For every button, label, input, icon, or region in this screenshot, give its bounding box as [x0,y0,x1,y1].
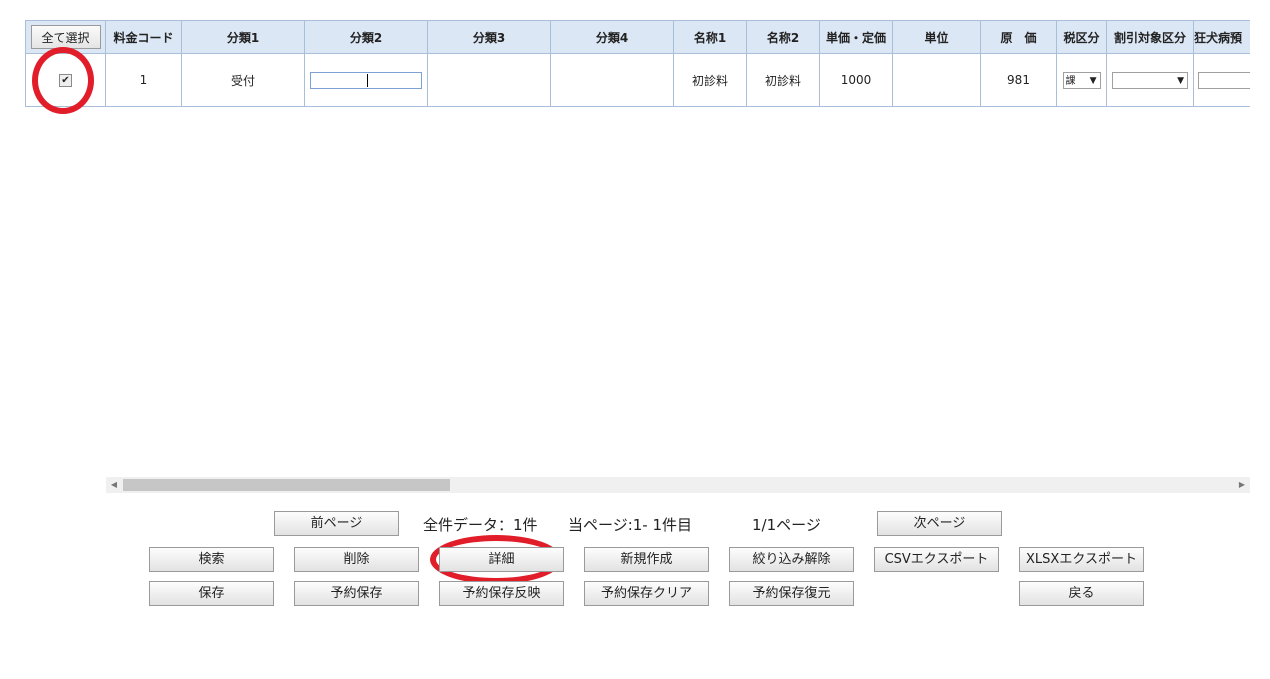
col-header-name1[interactable]: 名称1 [673,20,747,54]
page-indicator: 1/1ページ [752,516,821,534]
cell-name1: 初診料 [673,53,747,107]
scroll-right-icon[interactable]: ▶ [1234,477,1250,493]
col-header-price[interactable]: 単価・定価 [819,20,893,54]
col-header-cost[interactable]: 原 価 [980,20,1057,54]
col-header-cat2[interactable]: 分類2 [304,20,428,54]
csv-export-button[interactable]: CSVエクスポート [874,547,999,572]
dropdown-arrow-icon: ▼ [1177,75,1184,86]
save-button[interactable]: 保存 [149,581,274,606]
scroll-left-icon[interactable]: ◀ [106,477,122,493]
search-button[interactable]: 検索 [149,547,274,572]
col-header-discount[interactable]: 割引対象区分 [1106,20,1194,54]
back-button[interactable]: 戻る [1019,581,1144,606]
prev-page-button[interactable]: 前ページ [274,511,399,536]
scrollbar-thumb[interactable] [123,479,450,491]
new-button[interactable]: 新規作成 [584,547,709,572]
col-header-unit[interactable]: 単位 [892,20,981,54]
cell-cost: 981 [980,53,1057,107]
cell-cat4 [550,53,674,107]
col-header-cat4[interactable]: 分類4 [550,20,674,54]
xlsx-export-button[interactable]: XLSXエクスポート [1019,547,1144,572]
reserve-clear-button[interactable]: 予約保存クリア [584,581,709,606]
col-header-tax[interactable]: 税区分 [1056,20,1107,54]
annotation-circle-checkbox [32,47,94,114]
cell-discount: ▼ [1106,53,1194,107]
rabies-input[interactable] [1198,71,1250,89]
fee-table: 全て選択 料金コード 分類1 分類2 分類3 分類4 名称1 名称2 単価・定価… [25,20,1250,107]
cell-cat2 [304,53,428,107]
cell-cat1: 受付 [181,53,305,107]
tax-select[interactable]: 課 ▼ [1062,71,1101,89]
total-count-text: 全件データ：1件 [423,516,538,534]
delete-button[interactable]: 削除 [294,547,419,572]
table-header-row: 全て選択 料金コード 分類1 分類2 分類3 分類4 名称1 名称2 単価・定価… [25,20,1250,54]
next-page-button[interactable]: 次ページ [877,511,1002,536]
cell-cat3 [427,53,551,107]
cell-rabies [1193,53,1250,107]
text-caret [367,73,368,87]
cell-code: 1 [105,53,182,107]
cell-tax: 課 ▼ [1056,53,1107,107]
col-header-cat3[interactable]: 分類3 [427,20,551,54]
data-grid: 全て選択 料金コード 分類1 分類2 分類3 分類4 名称1 名称2 単価・定価… [25,20,1250,108]
detail-button[interactable]: 詳細 [439,547,564,572]
cell-name2: 初診料 [746,53,820,107]
dropdown-arrow-icon: ▼ [1089,75,1097,86]
cell-unit [892,53,981,107]
discount-select[interactable]: ▼ [1112,71,1188,89]
current-range-text: 当ページ:1- 1件目 [568,516,693,534]
select-all-button[interactable]: 全て選択 [30,25,101,49]
table-row: ✔ 1 受付 初診料 初診料 1000 981 課 ▼ ▼ [25,53,1250,107]
reserve-apply-button[interactable]: 予約保存反映 [439,581,564,606]
col-header-code[interactable]: 料金コード [105,20,182,54]
col-header-rabies[interactable]: 狂犬病預 [1193,20,1250,54]
tax-select-value: 課 [1065,75,1076,87]
horizontal-scrollbar[interactable]: ◀ ▶ [106,477,1250,493]
reserve-restore-button[interactable]: 予約保存復元 [729,581,854,606]
cell-price: 1000 [819,53,893,107]
reserve-save-button[interactable]: 予約保存 [294,581,419,606]
cat2-input[interactable] [310,71,422,89]
clear-filter-button[interactable]: 絞り込み解除 [729,547,854,572]
col-header-cat1[interactable]: 分類1 [181,20,305,54]
col-header-name2[interactable]: 名称2 [746,20,820,54]
